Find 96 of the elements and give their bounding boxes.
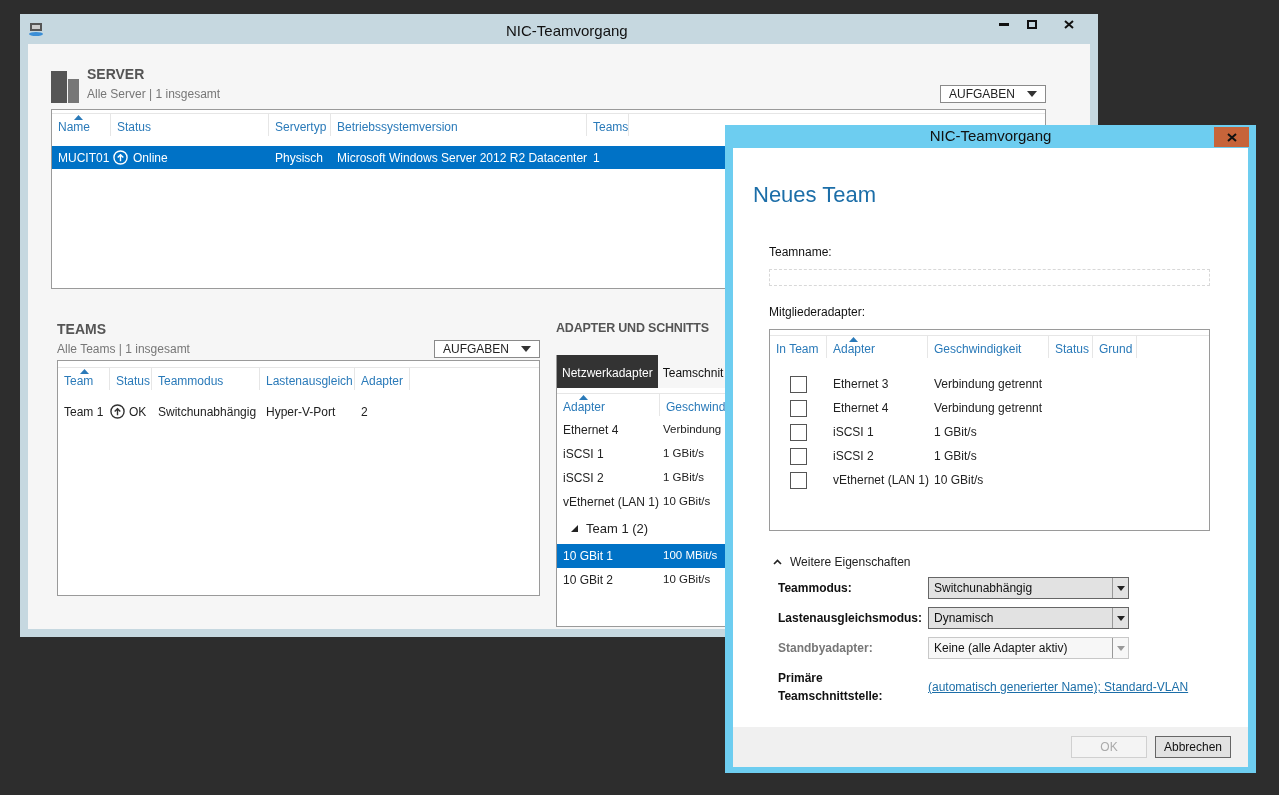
table-cell-text: Microsoft Windows Server 2012 R2 Datacenter	[336, 149, 587, 167]
sort-arrow-icon	[849, 337, 858, 342]
dropdown-arrow-icon	[1116, 645, 1125, 651]
dialog-title: NIC-Teamvorgang	[929, 126, 1052, 147]
column-header[interactable]: In Team	[770, 336, 827, 358]
teamname-field[interactable]	[769, 269, 1210, 286]
table-cell-text: vEthernet (LAN 1)	[562, 493, 660, 511]
property-dropdown[interactable]: Switchunabhängig	[928, 577, 1129, 599]
in-team-checkbox[interactable]	[790, 399, 807, 417]
table-cell-text: iSCSI 2	[562, 469, 605, 487]
tasks-dropdown-button[interactable]: AUFGABEN	[434, 340, 540, 358]
chevron-icon	[773, 559, 782, 565]
server-icon	[51, 71, 79, 103]
column-header[interactable]: Team	[58, 368, 110, 390]
property-label: Primäre Teamschnittstelle:	[778, 670, 884, 705]
table-cell-text: Verbindung getrennt	[933, 376, 1043, 393]
field-label: Mitgliederadapter:	[769, 304, 867, 321]
table-cell-text: OK	[129, 403, 147, 421]
property-label: Lastenausgleichsmodus:	[778, 610, 924, 627]
dialog-button[interactable]: Abbrechen	[1155, 736, 1231, 758]
table-cell-text: 1 GBit/s	[933, 448, 977, 465]
dropdown-arrow-icon	[1116, 585, 1125, 591]
table-cell-text: 1 GBit/s	[662, 470, 704, 486]
column-header[interactable]: Lastenausgleich	[260, 368, 355, 390]
column-header[interactable]: Adapter	[827, 336, 928, 358]
tasks-dropdown-button[interactable]: AUFGABEN	[940, 85, 1046, 103]
more-properties-toggle[interactable]: Weitere Eigenschaften	[773, 553, 911, 571]
section-title: TEAMS	[57, 320, 107, 339]
table-cell-text: Team 1	[63, 403, 105, 421]
sort-arrow-icon	[80, 369, 89, 374]
table-cell-text: 1 GBit/s	[933, 424, 977, 441]
dropdown-arrow-icon	[1116, 615, 1125, 621]
table-cell-text: Online	[133, 149, 168, 167]
table-cell-text: Verbindung	[662, 422, 722, 438]
in-team-checkbox[interactable]	[790, 471, 807, 489]
table-cell-text: 10 GBit 1	[562, 547, 615, 565]
close-icon	[1064, 19, 1074, 29]
primary-interface-link[interactable]: (automatisch generierter Name); Standard-VLAN	[928, 678, 1189, 696]
in-team-checkbox[interactable]	[790, 423, 807, 441]
section-title: SERVER	[87, 65, 146, 84]
status-up-icon	[113, 150, 128, 165]
dropdown-arrow-icon	[1027, 91, 1037, 97]
column-header[interactable]: Grund	[1093, 336, 1137, 358]
column-header[interactable]: Betriebssystemversion	[331, 114, 587, 136]
status-up-icon	[110, 404, 125, 419]
in-team-checkbox[interactable]	[790, 375, 807, 393]
column-header[interactable]: Name	[52, 114, 111, 136]
app-icon[interactable]	[28, 22, 44, 36]
table-cell-text: MUCIT01	[57, 149, 111, 167]
sort-arrow-icon	[579, 394, 588, 400]
column-header[interactable]: Servertyp	[269, 114, 331, 136]
column-header[interactable]: Adapter	[557, 393, 660, 416]
section-subtitle: Alle Teams | 1 insgesamt	[57, 341, 190, 358]
dialog-heading: Neues Team	[753, 181, 878, 209]
table-cell-text: 10 GBit 2	[562, 571, 615, 589]
in-team-checkbox[interactable]	[790, 447, 807, 465]
table-cell-text: 10 GBit/s	[662, 572, 711, 588]
table-cell-text: iSCSI 2	[832, 448, 875, 465]
property-dropdown[interactable]: Dynamisch	[928, 607, 1129, 629]
table-cell-text: Switchunabhängig	[157, 403, 258, 421]
window-title: NIC-Teamvorgang	[506, 21, 628, 41]
close-icon	[1226, 132, 1237, 142]
column-header[interactable]: Adapter	[355, 368, 410, 390]
column-header[interactable]: Status	[110, 368, 152, 390]
table-cell-text: Hyper-V-Port	[265, 403, 337, 421]
section-subtitle: Alle Server | 1 insgesamt	[87, 86, 221, 103]
column-header[interactable]: Teams	[587, 114, 629, 136]
table-cell-text: Ethernet 4	[562, 421, 620, 439]
field-label: Teamname:	[769, 244, 833, 261]
table-cell-text: vEthernet (LAN 1)	[832, 472, 928, 489]
table-cell-text: 1 GBit/s	[662, 446, 704, 462]
table-cell-text: iSCSI 1	[562, 445, 605, 463]
sort-arrow-icon	[74, 115, 83, 120]
table-cell-text: 10 GBit/s	[933, 472, 984, 489]
table-cell-text: Verbindung getrennt	[933, 400, 1043, 417]
column-header[interactable]: Teammodus	[152, 368, 260, 390]
collapse-triangle-icon	[571, 525, 578, 533]
table-cell-text: 100 MBit/s	[662, 548, 718, 564]
table-cell-text: 10 GBit/s	[662, 494, 711, 510]
minimize-icon	[999, 22, 1009, 26]
group-row[interactable]: Team 1 (2)	[557, 513, 1035, 544]
table-cell-text: iSCSI 1	[832, 424, 875, 441]
table-cell-text: 2	[360, 403, 369, 421]
table-cell-text: 1	[592, 149, 601, 167]
tab[interactable]: Netzwerkadapter	[557, 354, 658, 388]
dropdown-arrow-icon	[521, 346, 531, 352]
table-cell-text: Ethernet 4	[832, 400, 890, 417]
table-cell-text: Ethernet 3	[832, 376, 890, 393]
column-header[interactable]: Geschwindigkeit	[928, 336, 1049, 358]
property-label: Standbyadapter:	[778, 640, 874, 657]
maximize-icon	[1027, 19, 1037, 29]
section-title: ADAPTER UND SCHNITTS	[556, 320, 709, 337]
property-label: Teammodus:	[778, 580, 853, 597]
column-header[interactable]: Status	[1049, 336, 1093, 358]
table-cell-text: Physisch	[274, 149, 325, 167]
column-header[interactable]: Status	[111, 114, 269, 136]
